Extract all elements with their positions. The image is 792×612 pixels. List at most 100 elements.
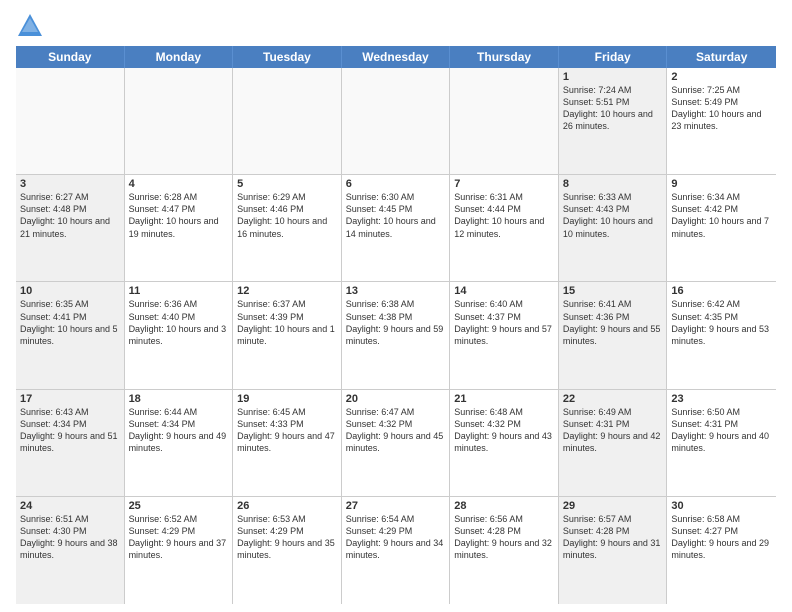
calendar-cell-2-2: 12Sunrise: 6:37 AM Sunset: 4:39 PM Dayli…: [233, 282, 342, 388]
calendar-cell-1-1: 4Sunrise: 6:28 AM Sunset: 4:47 PM Daylig…: [125, 175, 234, 281]
day-info: Sunrise: 6:54 AM Sunset: 4:29 PM Dayligh…: [346, 513, 446, 562]
calendar-row-4: 24Sunrise: 6:51 AM Sunset: 4:30 PM Dayli…: [16, 497, 776, 604]
header: [16, 12, 776, 40]
calendar-cell-4-0: 24Sunrise: 6:51 AM Sunset: 4:30 PM Dayli…: [16, 497, 125, 604]
page: SundayMondayTuesdayWednesdayThursdayFrid…: [0, 0, 792, 612]
day-info: Sunrise: 6:27 AM Sunset: 4:48 PM Dayligh…: [20, 191, 120, 240]
day-info: Sunrise: 6:48 AM Sunset: 4:32 PM Dayligh…: [454, 406, 554, 455]
day-info: Sunrise: 6:28 AM Sunset: 4:47 PM Dayligh…: [129, 191, 229, 240]
calendar-cell-3-2: 19Sunrise: 6:45 AM Sunset: 4:33 PM Dayli…: [233, 390, 342, 496]
day-info: Sunrise: 6:50 AM Sunset: 4:31 PM Dayligh…: [671, 406, 772, 455]
day-info: Sunrise: 7:25 AM Sunset: 5:49 PM Dayligh…: [671, 84, 772, 133]
day-info: Sunrise: 6:29 AM Sunset: 4:46 PM Dayligh…: [237, 191, 337, 240]
day-number: 2: [671, 71, 772, 83]
day-info: Sunrise: 6:30 AM Sunset: 4:45 PM Dayligh…: [346, 191, 446, 240]
calendar-row-1: 3Sunrise: 6:27 AM Sunset: 4:48 PM Daylig…: [16, 175, 776, 282]
day-number: 30: [671, 500, 772, 512]
day-info: Sunrise: 6:31 AM Sunset: 4:44 PM Dayligh…: [454, 191, 554, 240]
weekday-header-thursday: Thursday: [450, 46, 559, 68]
day-number: 3: [20, 178, 120, 190]
calendar-cell-3-0: 17Sunrise: 6:43 AM Sunset: 4:34 PM Dayli…: [16, 390, 125, 496]
day-info: Sunrise: 6:42 AM Sunset: 4:35 PM Dayligh…: [671, 298, 772, 347]
day-number: 18: [129, 393, 229, 405]
weekday-header-friday: Friday: [559, 46, 668, 68]
calendar-cell-2-1: 11Sunrise: 6:36 AM Sunset: 4:40 PM Dayli…: [125, 282, 234, 388]
day-number: 29: [563, 500, 663, 512]
day-number: 24: [20, 500, 120, 512]
logo: [16, 12, 48, 40]
day-number: 25: [129, 500, 229, 512]
calendar-cell-3-6: 23Sunrise: 6:50 AM Sunset: 4:31 PM Dayli…: [667, 390, 776, 496]
day-info: Sunrise: 7:24 AM Sunset: 5:51 PM Dayligh…: [563, 84, 663, 133]
day-info: Sunrise: 6:58 AM Sunset: 4:27 PM Dayligh…: [671, 513, 772, 562]
day-info: Sunrise: 6:35 AM Sunset: 4:41 PM Dayligh…: [20, 298, 120, 347]
calendar-body: 1Sunrise: 7:24 AM Sunset: 5:51 PM Daylig…: [16, 68, 776, 604]
calendar-cell-2-0: 10Sunrise: 6:35 AM Sunset: 4:41 PM Dayli…: [16, 282, 125, 388]
calendar-cell-4-5: 29Sunrise: 6:57 AM Sunset: 4:28 PM Dayli…: [559, 497, 668, 604]
day-number: 11: [129, 285, 229, 297]
day-number: 6: [346, 178, 446, 190]
calendar-row-2: 10Sunrise: 6:35 AM Sunset: 4:41 PM Dayli…: [16, 282, 776, 389]
day-number: 21: [454, 393, 554, 405]
day-info: Sunrise: 6:43 AM Sunset: 4:34 PM Dayligh…: [20, 406, 120, 455]
day-info: Sunrise: 6:38 AM Sunset: 4:38 PM Dayligh…: [346, 298, 446, 347]
day-info: Sunrise: 6:51 AM Sunset: 4:30 PM Dayligh…: [20, 513, 120, 562]
day-info: Sunrise: 6:40 AM Sunset: 4:37 PM Dayligh…: [454, 298, 554, 347]
calendar-cell-0-1: [125, 68, 234, 174]
day-number: 28: [454, 500, 554, 512]
weekday-header-sunday: Sunday: [16, 46, 125, 68]
calendar-cell-1-4: 7Sunrise: 6:31 AM Sunset: 4:44 PM Daylig…: [450, 175, 559, 281]
day-info: Sunrise: 6:57 AM Sunset: 4:28 PM Dayligh…: [563, 513, 663, 562]
logo-icon: [16, 12, 44, 40]
calendar-cell-2-4: 14Sunrise: 6:40 AM Sunset: 4:37 PM Dayli…: [450, 282, 559, 388]
day-info: Sunrise: 6:56 AM Sunset: 4:28 PM Dayligh…: [454, 513, 554, 562]
day-info: Sunrise: 6:53 AM Sunset: 4:29 PM Dayligh…: [237, 513, 337, 562]
calendar-cell-3-1: 18Sunrise: 6:44 AM Sunset: 4:34 PM Dayli…: [125, 390, 234, 496]
calendar-cell-4-4: 28Sunrise: 6:56 AM Sunset: 4:28 PM Dayli…: [450, 497, 559, 604]
calendar-cell-3-4: 21Sunrise: 6:48 AM Sunset: 4:32 PM Dayli…: [450, 390, 559, 496]
calendar-header: SundayMondayTuesdayWednesdayThursdayFrid…: [16, 46, 776, 68]
day-number: 13: [346, 285, 446, 297]
day-info: Sunrise: 6:37 AM Sunset: 4:39 PM Dayligh…: [237, 298, 337, 347]
day-info: Sunrise: 6:44 AM Sunset: 4:34 PM Dayligh…: [129, 406, 229, 455]
calendar-cell-3-3: 20Sunrise: 6:47 AM Sunset: 4:32 PM Dayli…: [342, 390, 451, 496]
day-number: 12: [237, 285, 337, 297]
day-number: 15: [563, 285, 663, 297]
calendar-cell-2-3: 13Sunrise: 6:38 AM Sunset: 4:38 PM Dayli…: [342, 282, 451, 388]
calendar-cell-0-6: 2Sunrise: 7:25 AM Sunset: 5:49 PM Daylig…: [667, 68, 776, 174]
calendar-row-3: 17Sunrise: 6:43 AM Sunset: 4:34 PM Dayli…: [16, 390, 776, 497]
calendar-cell-1-6: 9Sunrise: 6:34 AM Sunset: 4:42 PM Daylig…: [667, 175, 776, 281]
day-number: 8: [563, 178, 663, 190]
day-number: 26: [237, 500, 337, 512]
day-number: 10: [20, 285, 120, 297]
calendar-cell-4-2: 26Sunrise: 6:53 AM Sunset: 4:29 PM Dayli…: [233, 497, 342, 604]
calendar-cell-4-1: 25Sunrise: 6:52 AM Sunset: 4:29 PM Dayli…: [125, 497, 234, 604]
weekday-header-saturday: Saturday: [667, 46, 776, 68]
calendar-cell-1-3: 6Sunrise: 6:30 AM Sunset: 4:45 PM Daylig…: [342, 175, 451, 281]
day-number: 5: [237, 178, 337, 190]
calendar: SundayMondayTuesdayWednesdayThursdayFrid…: [16, 46, 776, 604]
day-info: Sunrise: 6:36 AM Sunset: 4:40 PM Dayligh…: [129, 298, 229, 347]
weekday-header-tuesday: Tuesday: [233, 46, 342, 68]
day-number: 9: [671, 178, 772, 190]
calendar-cell-0-2: [233, 68, 342, 174]
calendar-cell-0-0: [16, 68, 125, 174]
calendar-cell-2-6: 16Sunrise: 6:42 AM Sunset: 4:35 PM Dayli…: [667, 282, 776, 388]
day-info: Sunrise: 6:49 AM Sunset: 4:31 PM Dayligh…: [563, 406, 663, 455]
calendar-cell-1-5: 8Sunrise: 6:33 AM Sunset: 4:43 PM Daylig…: [559, 175, 668, 281]
day-number: 27: [346, 500, 446, 512]
day-number: 23: [671, 393, 772, 405]
calendar-cell-3-5: 22Sunrise: 6:49 AM Sunset: 4:31 PM Dayli…: [559, 390, 668, 496]
day-info: Sunrise: 6:33 AM Sunset: 4:43 PM Dayligh…: [563, 191, 663, 240]
day-number: 20: [346, 393, 446, 405]
calendar-cell-0-4: [450, 68, 559, 174]
day-info: Sunrise: 6:41 AM Sunset: 4:36 PM Dayligh…: [563, 298, 663, 347]
calendar-cell-0-3: [342, 68, 451, 174]
calendar-cell-4-3: 27Sunrise: 6:54 AM Sunset: 4:29 PM Dayli…: [342, 497, 451, 604]
calendar-cell-1-0: 3Sunrise: 6:27 AM Sunset: 4:48 PM Daylig…: [16, 175, 125, 281]
weekday-header-monday: Monday: [125, 46, 234, 68]
calendar-cell-0-5: 1Sunrise: 7:24 AM Sunset: 5:51 PM Daylig…: [559, 68, 668, 174]
day-info: Sunrise: 6:52 AM Sunset: 4:29 PM Dayligh…: [129, 513, 229, 562]
day-number: 17: [20, 393, 120, 405]
calendar-cell-2-5: 15Sunrise: 6:41 AM Sunset: 4:36 PM Dayli…: [559, 282, 668, 388]
